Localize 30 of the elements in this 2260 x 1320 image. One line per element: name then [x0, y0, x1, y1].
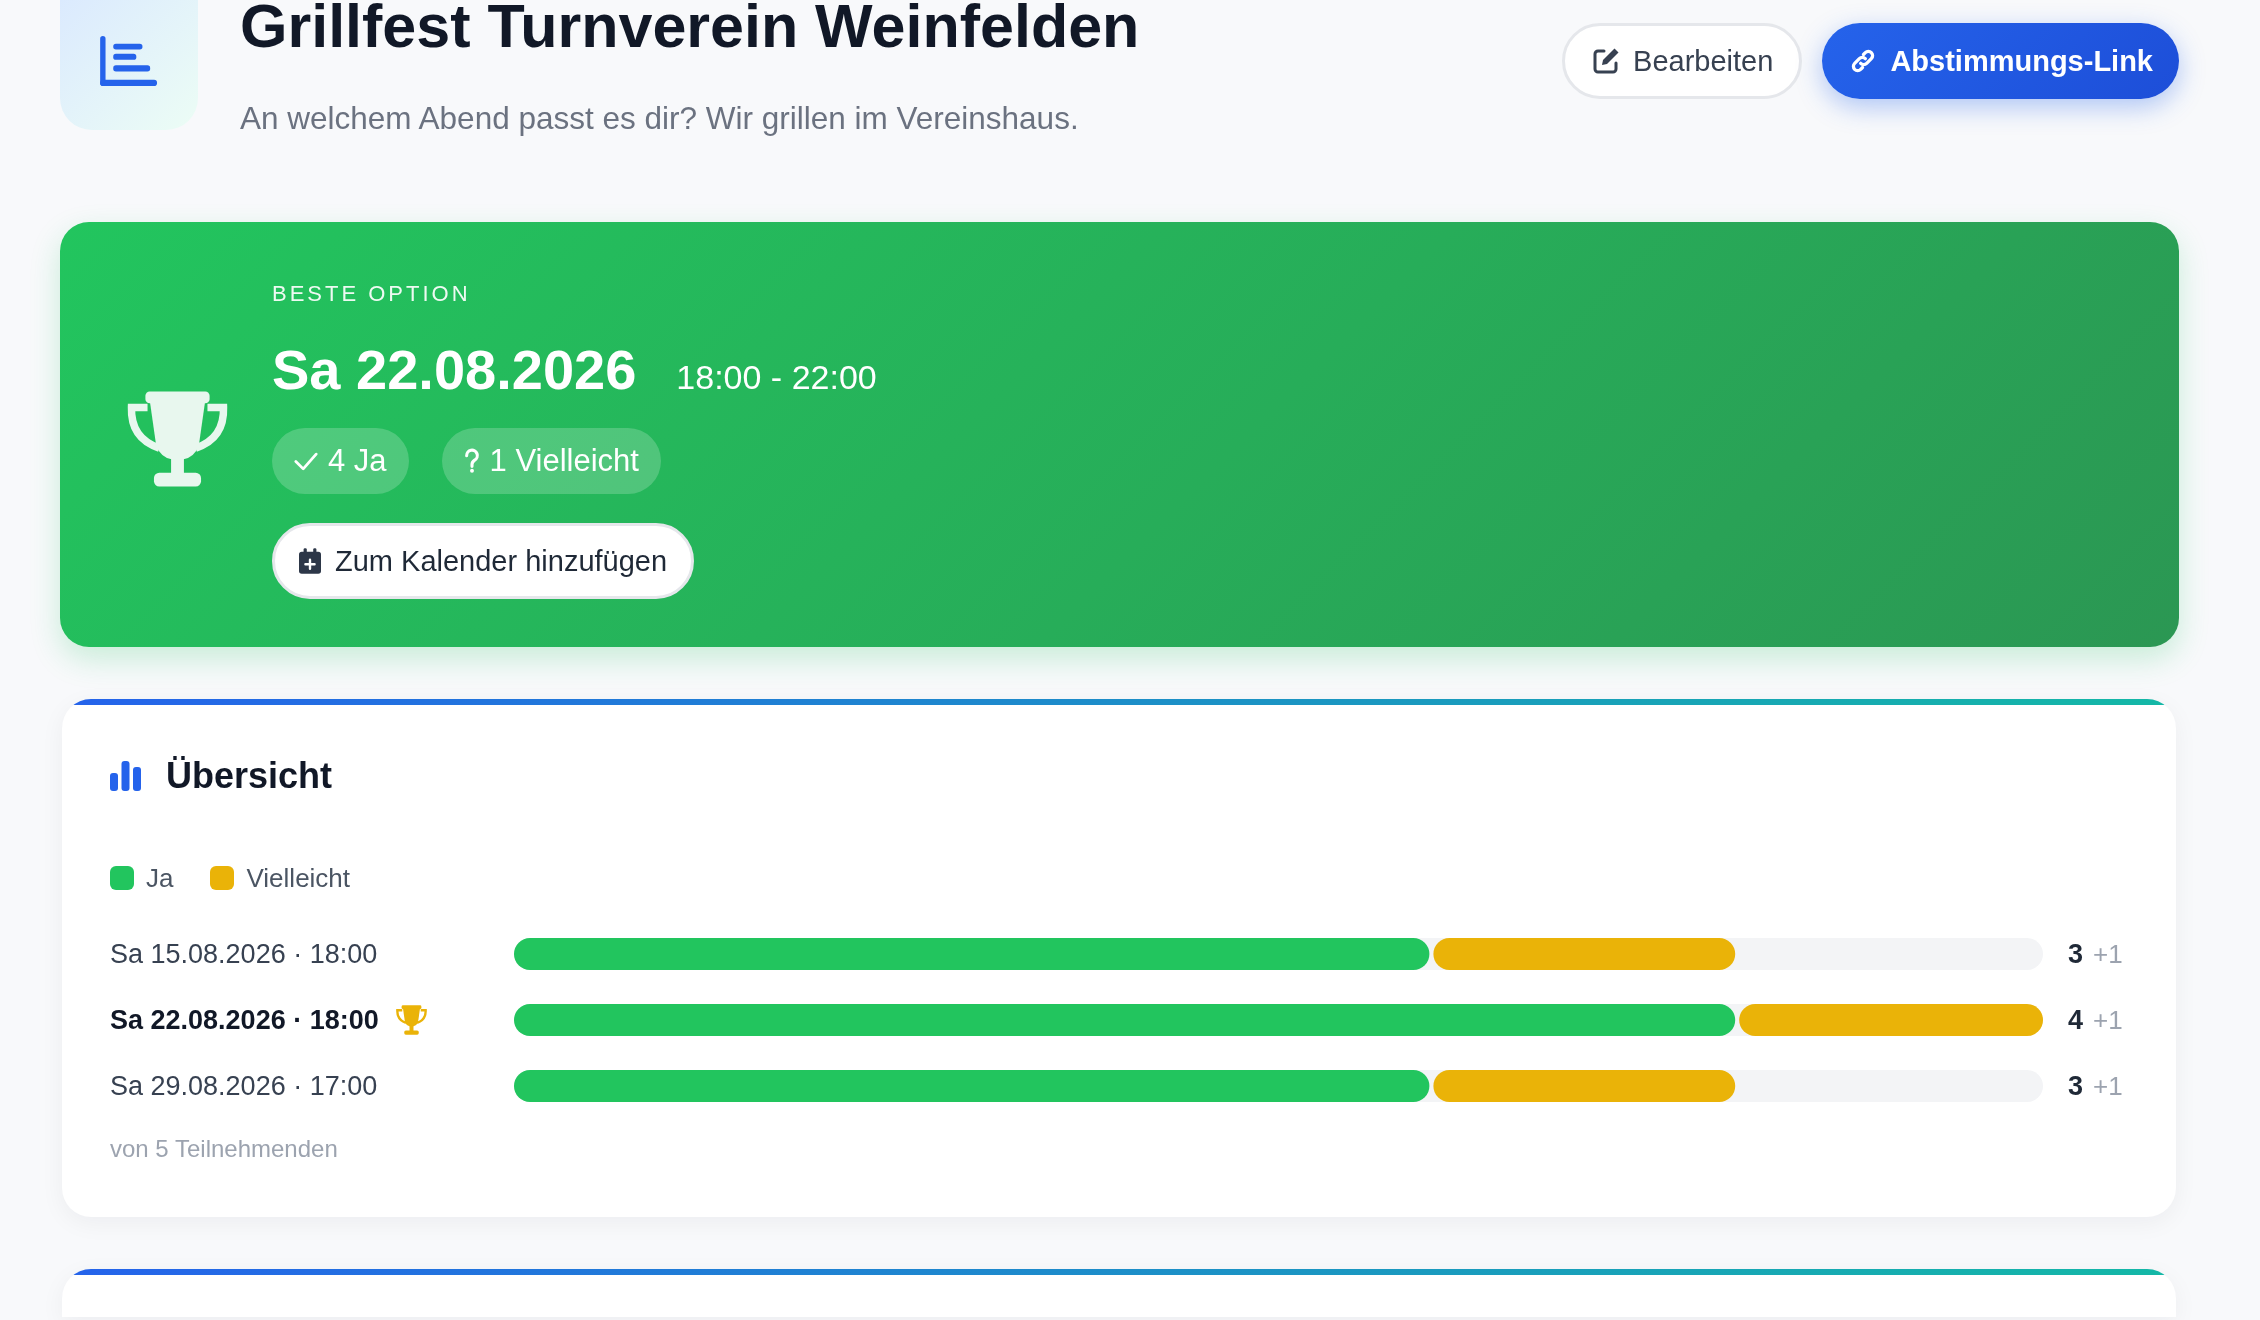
option-date-label: Sa 15.08.2026 · 18:00 [110, 938, 378, 970]
section-title: Übersicht [166, 754, 333, 797]
option-date-label: Sa 22.08.2026 · 18:00 [110, 1004, 379, 1036]
bar-chart-icon [110, 760, 141, 791]
yes-count: 4 [2068, 1004, 2084, 1036]
legend-label: Ja [146, 862, 174, 894]
add-to-calendar-button[interactable]: Zum Kalender hinzufügen [272, 523, 695, 599]
trophy-icon [394, 1005, 428, 1035]
participants-note: von 5 Teilnehmenden [110, 1135, 339, 1163]
best-option-date: Sa 22.08.2026 [272, 337, 637, 403]
vote-count-text: 1 Vielleicht [489, 443, 639, 479]
calendar-plus-icon [299, 548, 321, 574]
share-link-button[interactable]: Abstimmungs-Link [1822, 23, 2179, 99]
poll-title: Grillfest Turnverein Weinfelden [240, 0, 1141, 53]
check-icon [294, 451, 318, 471]
maybe-count: +1 [2093, 938, 2123, 970]
legend-label: Vielleicht [246, 862, 351, 894]
yes-count: 3 [2068, 938, 2084, 970]
vote-count-text: 4 Ja [328, 443, 387, 479]
maybe-count: +1 [2093, 1004, 2123, 1036]
yes-count: 3 [2068, 1070, 2084, 1102]
best-option-time: 18:00 - 22:00 [676, 358, 877, 397]
question-icon [463, 448, 480, 474]
chart-logo-icon [60, 0, 198, 130]
poll-description: An welchem Abend passt es dir? Wir grillen im Vereinshaus. [240, 100, 1080, 136]
maybe-count: +1 [2093, 1070, 2123, 1102]
edit-button[interactable]: Bearbeiten [1562, 23, 1803, 99]
pen-square-icon [1591, 46, 1622, 76]
best-option-label: BESTE OPTION [272, 280, 472, 308]
option-date-label: Sa 29.08.2026 · 17:00 [110, 1070, 378, 1102]
